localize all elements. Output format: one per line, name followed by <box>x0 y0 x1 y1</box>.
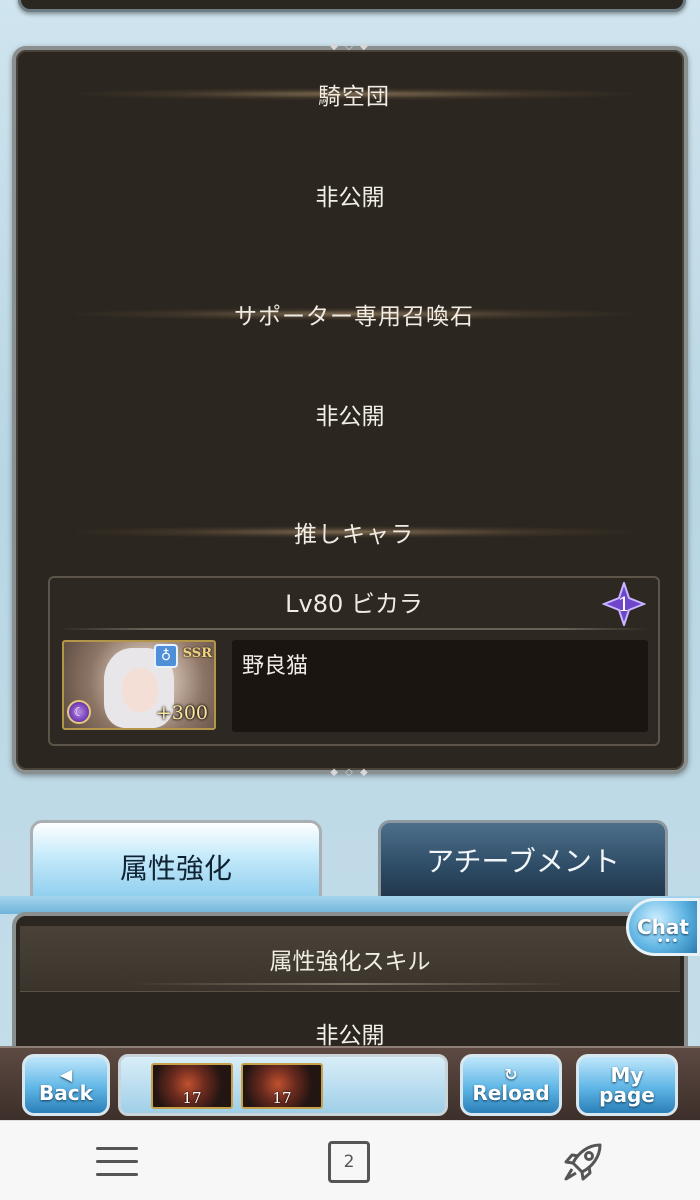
char-comment: 野良猫 <box>242 654 309 679</box>
support-summon-value: 非公開 <box>315 404 385 430</box>
crew-header: 騎空団 <box>76 74 632 114</box>
crew-label: 騎空団 <box>318 84 390 110</box>
char-portrait[interactable]: ♁ SSR ☾ +300 <box>62 640 216 730</box>
mypage-label-line2: page <box>599 1083 655 1107</box>
favorite-char-label: 推しキャラ <box>294 522 414 548</box>
favorite-char-header: 推しキャラ <box>76 512 632 552</box>
panel-ornament-bottom: ◆ ◇ ◆ <box>330 767 370 778</box>
crew-value: 非公開 <box>315 185 385 211</box>
water-element-icon: ♁ <box>154 644 178 668</box>
chat-dots-icon: ••• <box>657 936 680 947</box>
support-summon-header: サポーター専用召喚石 <box>76 294 632 334</box>
reload-button[interactable]: ↻ Reload <box>460 1054 562 1116</box>
chat-button[interactable]: Chat ••• <box>626 898 700 956</box>
tab-achievement-label: アチーブメント <box>426 844 620 878</box>
rocket-icon[interactable] <box>560 1139 606 1185</box>
tab-element-boost-label: 属性強化 <box>119 851 232 885</box>
element-skill-label: 属性強化スキル <box>269 948 431 975</box>
tab-count: 2 <box>343 1152 355 1172</box>
back-label: Back <box>39 1081 93 1105</box>
rank-number: 1 <box>617 592 631 616</box>
profile-panel: ◆ ◇ ◆ 騎空団 非公開 サポーター専用召喚石 非公開 推しキャラ Lv80 … <box>12 42 688 778</box>
mypage-button[interactable]: My page <box>576 1054 678 1116</box>
tab-achievement[interactable]: アチーブメント <box>378 820 668 896</box>
plus-bonus: +300 <box>155 702 208 724</box>
mypage-label-line1: My <box>610 1063 644 1087</box>
char-card-divider <box>58 628 650 630</box>
recovery-item-1[interactable]: 17 <box>151 1063 233 1109</box>
menu-icon[interactable] <box>96 1147 138 1177</box>
item-count: 17 <box>272 1089 292 1107</box>
browser-toolbar: 2 <box>0 1120 700 1200</box>
item-count: 17 <box>182 1089 202 1107</box>
support-summon-label: サポーター専用召喚石 <box>234 304 474 330</box>
portrait-face <box>122 668 158 712</box>
rank-badge: 1 <box>602 582 646 626</box>
dark-type-icon: ☾ <box>67 700 91 724</box>
top-panel-edge <box>18 0 686 12</box>
char-comment-box: 野良猫 <box>232 640 648 732</box>
favorite-char-card[interactable]: Lv80 ビカラ 1 ♁ SSR ☾ +300 野良猫 <box>48 576 660 746</box>
tabs-button[interactable]: 2 <box>328 1141 370 1183</box>
reload-label: Reload <box>472 1081 550 1105</box>
recovery-item-2[interactable]: 17 <box>241 1063 323 1109</box>
back-button[interactable]: ◀ Back <box>22 1054 110 1116</box>
recovery-items-strip: 17 17 <box>118 1054 448 1116</box>
game-nav-bar: ◀ Back 17 17 ↻ Reload My page <box>0 1046 700 1120</box>
element-skill-header: 属性強化スキル <box>20 926 680 992</box>
char-level-name: Lv80 ビカラ <box>285 590 423 618</box>
element-skill-value: 非公開 <box>315 1023 385 1049</box>
panel-ornament-top: ◆ ◇ ◆ <box>330 41 370 52</box>
rarity-badge: SSR <box>182 646 212 661</box>
